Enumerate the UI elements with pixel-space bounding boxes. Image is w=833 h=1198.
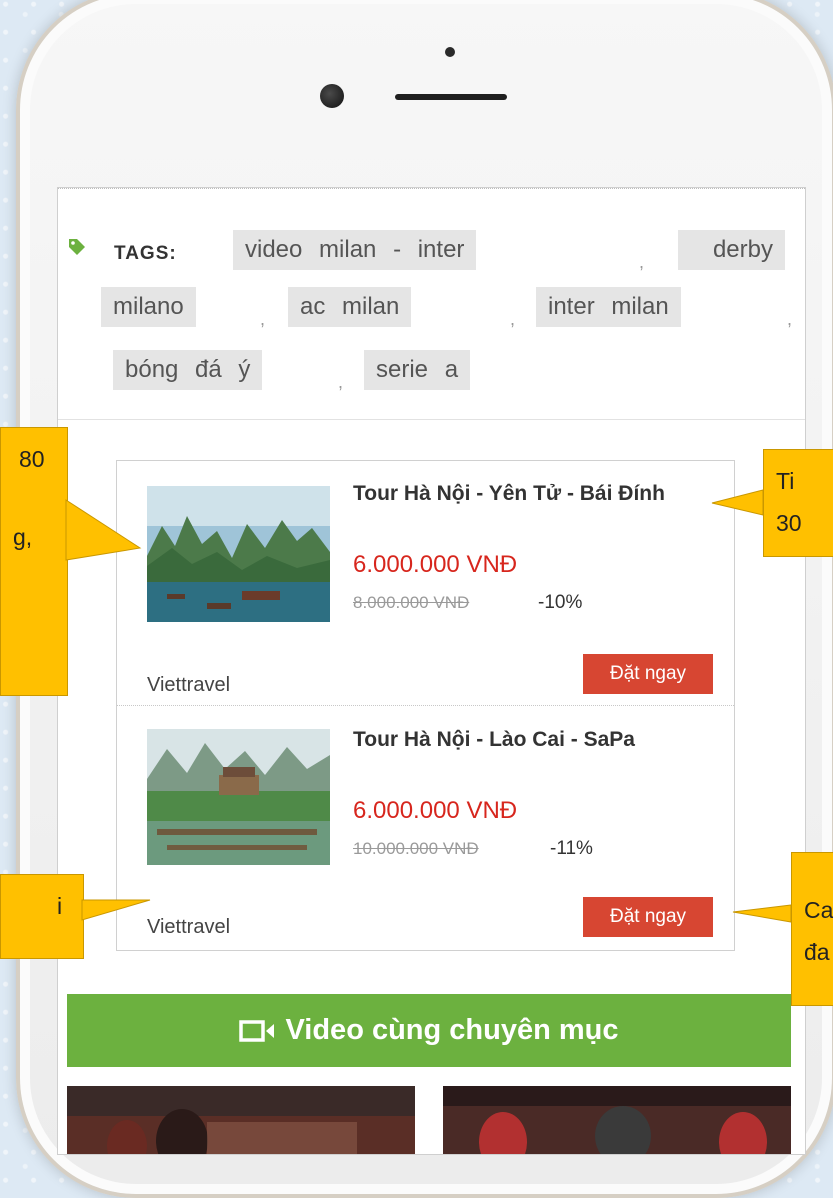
callout-pointer bbox=[711, 489, 764, 516]
callout-pointer bbox=[732, 904, 792, 923]
callout-pointer bbox=[81, 899, 151, 921]
callout-pointer bbox=[65, 499, 142, 561]
callout-arrows bbox=[65, 489, 792, 923]
